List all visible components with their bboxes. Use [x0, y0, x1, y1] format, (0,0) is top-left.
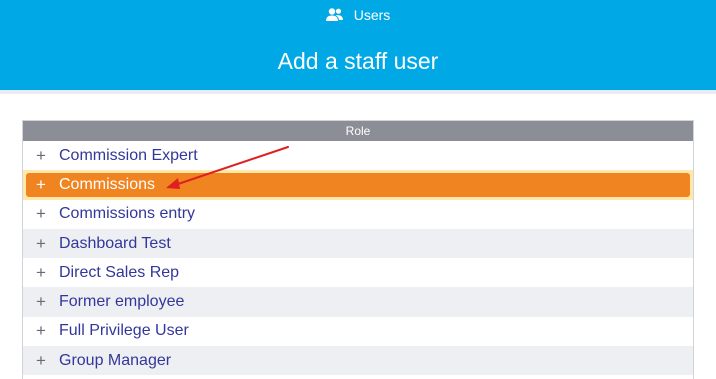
- role-label: Commissions: [59, 175, 156, 193]
- users-icon: [325, 8, 343, 21]
- role-label: Commissions entry: [59, 205, 196, 223]
- role-row-dashboard-test[interactable]: + Dashboard Test: [23, 228, 693, 259]
- role-label: Former employee: [59, 293, 185, 311]
- users-nav-link[interactable]: Users: [0, 5, 716, 25]
- role-row-commissions-entry[interactable]: + Commissions entry: [23, 200, 693, 229]
- page-title: Add a staff user: [277, 48, 439, 74]
- role-label: Direct Sales Rep: [59, 263, 180, 281]
- role-label: Dashboard Test: [59, 234, 171, 252]
- plus-icon[interactable]: +: [23, 175, 59, 195]
- plus-icon[interactable]: +: [23, 351, 59, 371]
- role-row-former-employee[interactable]: + Former employee: [23, 287, 693, 317]
- app-header: Users Add a staff user: [0, 0, 716, 90]
- plus-icon[interactable]: +: [23, 234, 59, 254]
- users-nav-label: Users: [353, 7, 391, 23]
- plus-icon[interactable]: +: [23, 321, 59, 341]
- plus-icon[interactable]: +: [23, 146, 59, 166]
- role-row-commission-expert[interactable]: + Commission Expert: [23, 141, 693, 170]
- role-row-direct-sales-rep[interactable]: + Direct Sales Rep: [23, 258, 693, 287]
- role-row-commissions[interactable]: + Commissions: [23, 170, 693, 200]
- role-column-header[interactable]: Role: [23, 121, 693, 141]
- role-label: Full Privilege User: [59, 322, 189, 340]
- role-label: Commission Expert: [59, 146, 198, 164]
- plus-icon[interactable]: +: [23, 292, 59, 312]
- header-divider: [0, 90, 716, 94]
- role-table: Role + Commission Expert + Commissions +…: [22, 120, 694, 379]
- role-row-full-privilege-user[interactable]: + Full Privilege User: [23, 317, 693, 346]
- role-label: Group Manager: [59, 351, 172, 369]
- plus-icon[interactable]: +: [23, 263, 59, 283]
- role-row-group-manager[interactable]: + Group Manager: [23, 346, 693, 376]
- plus-icon[interactable]: +: [23, 204, 59, 224]
